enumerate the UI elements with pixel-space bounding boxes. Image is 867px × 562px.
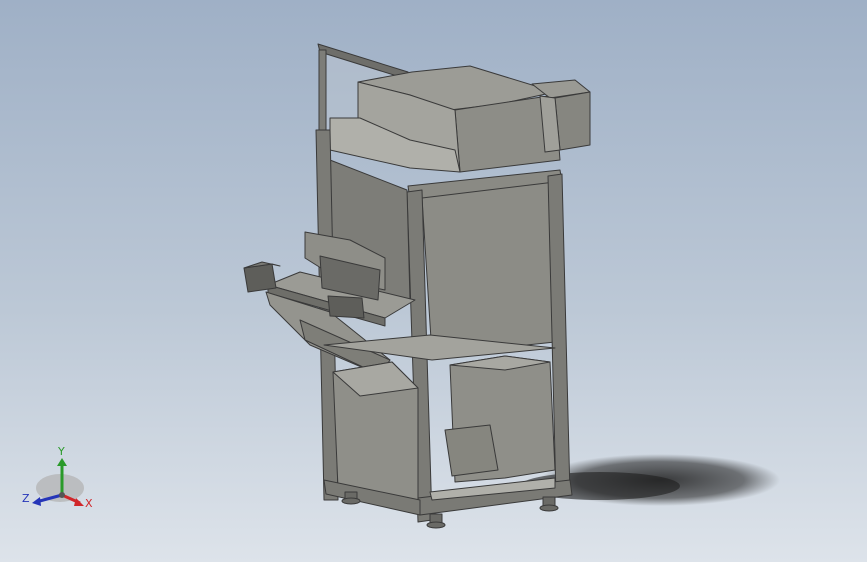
triad-z-arrow-icon	[32, 497, 41, 506]
triad-z-label: Z	[22, 492, 30, 505]
triad-y-label: Y	[57, 445, 65, 458]
motor-box-front	[554, 91, 591, 151]
lower-gripper-block	[327, 295, 365, 319]
triad-origin	[59, 492, 65, 498]
coordinate-triad: Y X Z	[22, 445, 93, 510]
control-unit	[444, 424, 499, 477]
machine-model[interactable]: Y X Z	[0, 0, 867, 562]
gripper-block-left	[243, 263, 277, 293]
cabinet-front-panel	[421, 181, 556, 356]
triad-x-label: X	[85, 497, 93, 510]
triad-x-arrow-icon	[74, 498, 84, 506]
triad-y-arrow-icon	[57, 458, 67, 466]
guard-left-post	[318, 49, 327, 136]
triad-base-disc	[36, 474, 84, 502]
cad-3d-viewport[interactable]: Y X Z	[0, 0, 867, 562]
